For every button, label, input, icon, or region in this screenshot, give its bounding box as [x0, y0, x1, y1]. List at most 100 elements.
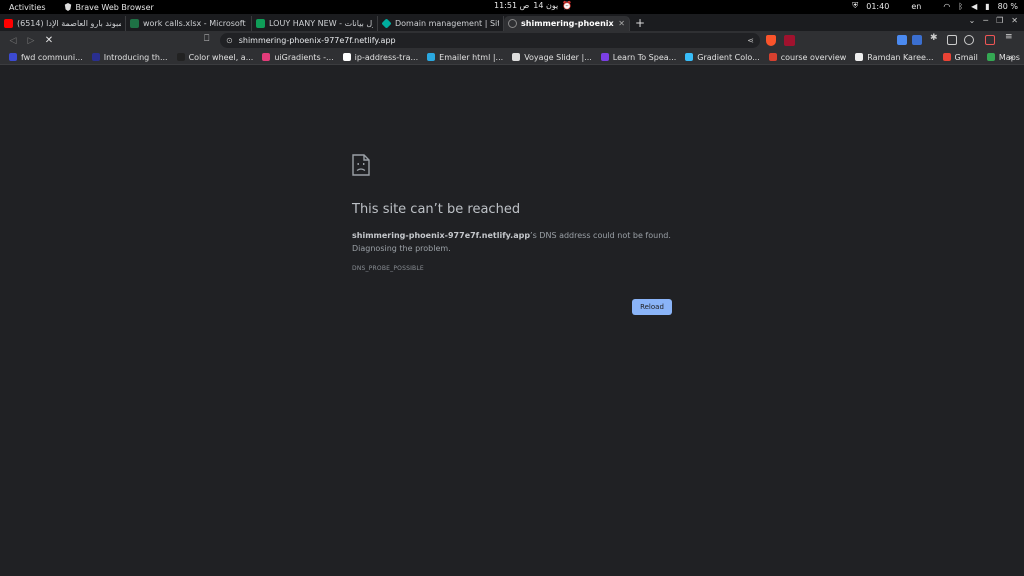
status-area[interactable]: ⛨ 01:40 en ◠ ᛒ ◀ ▮ 80 %	[852, 1, 1018, 11]
back-icon[interactable]: ◁	[8, 36, 18, 46]
bookmark-favicon-icon	[427, 53, 436, 61]
new-tab-button[interactable]: +	[630, 16, 650, 31]
extension-icon[interactable]	[897, 35, 907, 45]
bookmark-favicon-icon	[512, 53, 521, 61]
error-message-rest: ’s DNS address could not be found.	[530, 231, 671, 240]
language-indicator[interactable]: en	[911, 2, 921, 11]
status-time: 01:40	[866, 1, 890, 11]
more-bookmarks-icon[interactable]: »	[1009, 53, 1014, 62]
bookmark-item[interactable]: Voyage Slider |...	[512, 53, 592, 62]
volume-icon: ◀	[971, 1, 978, 11]
brave-rewards-icon[interactable]	[784, 35, 795, 46]
error-diagnosing: Diagnosing the problem.	[352, 244, 451, 253]
bookmark-item[interactable]: Color wheel, a...	[176, 52, 254, 62]
puzzle-icon[interactable]: ✱	[930, 33, 940, 43]
tab-excel[interactable]: work calls.xlsx - Microsoft Exc	[126, 16, 252, 31]
bookmark-label: Emailer html |...	[439, 52, 504, 62]
clock[interactable]: 11:51 ص يون 14 ⏰	[494, 1, 572, 10]
bookmark-label: uiGradients -...	[274, 52, 334, 62]
activities-button[interactable]: Activities	[9, 3, 46, 12]
bookmark-label: Color wheel, a...	[188, 52, 254, 62]
bookmark-favicon-icon	[9, 53, 17, 61]
bookmark-label: Learn To Spea...	[612, 52, 677, 62]
bluetooth-icon: ᛒ	[958, 1, 964, 11]
tab-title: Domain management | Site se	[395, 19, 499, 28]
tab-title: LOUY HANY NEW - جداول بيانات	[269, 19, 373, 28]
address-bar[interactable]: ⊙ shimmering-phoenix-977e7f.netlify.app …	[220, 33, 760, 48]
wallet-icon[interactable]	[964, 35, 974, 45]
bookmark-item[interactable]: Emailer html |...	[427, 53, 503, 62]
bookmark-favicon-icon	[942, 53, 951, 61]
tab-title: (6514) كمبوند بارو العاصمة الإدا	[17, 19, 121, 28]
loading-icon	[508, 19, 517, 28]
bookmark-item[interactable]: Ramdan Karee...	[855, 52, 934, 62]
bookmark-favicon-icon	[262, 53, 271, 61]
bookmark-item[interactable]: Learn To Spea...	[600, 52, 677, 62]
close-window-icon[interactable]: ✕	[1011, 16, 1018, 25]
bookmark-favicon-icon	[600, 53, 609, 61]
error-code: DNS_PROBE_POSSIBLE	[352, 265, 424, 272]
reload-button[interactable]: Reload	[632, 299, 672, 315]
bookmark-favicon-icon	[176, 53, 185, 61]
bookmark-item[interactable]: Maps	[986, 53, 1020, 62]
tab-title: shimmering-phoenix-977e	[521, 19, 614, 28]
tab-search-icon[interactable]: ⌄	[969, 16, 976, 25]
bookmark-item[interactable]: fwd communi...	[9, 53, 83, 62]
brave-shields-icon[interactable]	[766, 35, 776, 46]
alarm-icon: ⏰	[562, 1, 573, 10]
tab-netlify[interactable]: Domain management | Site se	[378, 16, 504, 31]
app-menu[interactable]: Brave Web Browser	[64, 3, 154, 12]
bookmark-item[interactable]: course overview	[768, 52, 847, 62]
tab-sheets[interactable]: LOUY HANY NEW - جداول بيانات	[252, 16, 378, 31]
sad-page-icon	[352, 154, 370, 176]
battery-icon: ▮	[985, 1, 990, 11]
minimize-icon[interactable]: ─	[983, 16, 988, 25]
system-top-bar: Activities Brave Web Browser 11:51 ص يون…	[0, 0, 1024, 14]
bookmark-label: course overview	[780, 52, 847, 62]
bookmark-icon[interactable]: ⎕	[204, 34, 209, 44]
error-message: shimmering-phoenix-977e7f.netlify.app’s …	[352, 229, 672, 255]
share-icon[interactable]: ⋖	[747, 36, 754, 45]
bookmark-label: ip-address-tra...	[354, 52, 419, 62]
bookmark-item[interactable]: Introducing th...	[91, 52, 168, 62]
bookmark-label: Voyage Slider |...	[524, 52, 592, 62]
site-info-icon[interactable]: ⊙	[226, 36, 233, 45]
page-content: This site can’t be reached shimmering-ph…	[0, 66, 1024, 576]
error-container: This site can’t be reached shimmering-ph…	[352, 154, 672, 272]
vpn-icon[interactable]	[985, 35, 995, 45]
bookmark-label: Ramdan Karee...	[867, 52, 934, 62]
bookmark-favicon-icon	[91, 53, 100, 61]
shield-icon: ⛨	[852, 1, 859, 10]
bookmark-favicon-icon	[342, 53, 351, 61]
menu-icon[interactable]: ≡	[1005, 32, 1015, 42]
tab-youtube[interactable]: (6514) كمبوند بارو العاصمة الإدا	[0, 16, 126, 31]
sheets-icon	[256, 19, 265, 28]
sidebar-icon[interactable]	[947, 35, 957, 45]
url-text[interactable]: shimmering-phoenix-977e7f.netlify.app	[239, 36, 396, 45]
stop-loading-icon[interactable]: ✕	[44, 35, 54, 46]
clock-time: 11:51 ص	[494, 1, 530, 10]
bookmark-item[interactable]: uiGradients -...	[262, 52, 334, 62]
bookmark-label: Introducing th...	[103, 52, 168, 62]
youtube-icon	[4, 19, 13, 28]
tab-active[interactable]: shimmering-phoenix-977e ✕	[504, 16, 630, 31]
clock-date: يون 14	[533, 1, 559, 10]
translate-icon[interactable]	[912, 35, 922, 45]
window-controls: ⌄ ─ ❐ ✕	[969, 16, 1018, 25]
netlify-icon	[381, 18, 392, 29]
forward-icon[interactable]: ▷	[26, 36, 36, 46]
maximize-icon[interactable]: ❐	[996, 16, 1003, 25]
error-domain: shimmering-phoenix-977e7f.netlify.app	[352, 231, 531, 240]
bookmark-label: fwd communi...	[21, 52, 83, 62]
bookmark-favicon-icon	[685, 53, 694, 61]
tab-strip: (6514) كمبوند بارو العاصمة الإدا work ca…	[0, 14, 1024, 31]
browser-toolbar: ◁ ▷ ✕ ⎕ ⊙ shimmering-phoenix-977e7f.netl…	[0, 31, 1024, 50]
bookmark-item[interactable]: ip-address-tra...	[342, 52, 419, 62]
bookmark-item[interactable]: Gradient Colo...	[685, 52, 760, 62]
bookmark-label: Gmail	[954, 52, 978, 62]
bookmark-label: Gradient Colo...	[697, 52, 760, 62]
close-tab-icon[interactable]: ✕	[618, 19, 625, 28]
tab-title: work calls.xlsx - Microsoft Exc	[143, 19, 247, 28]
bookmark-item[interactable]: Gmail	[942, 52, 978, 62]
app-name: Brave Web Browser	[75, 2, 154, 12]
